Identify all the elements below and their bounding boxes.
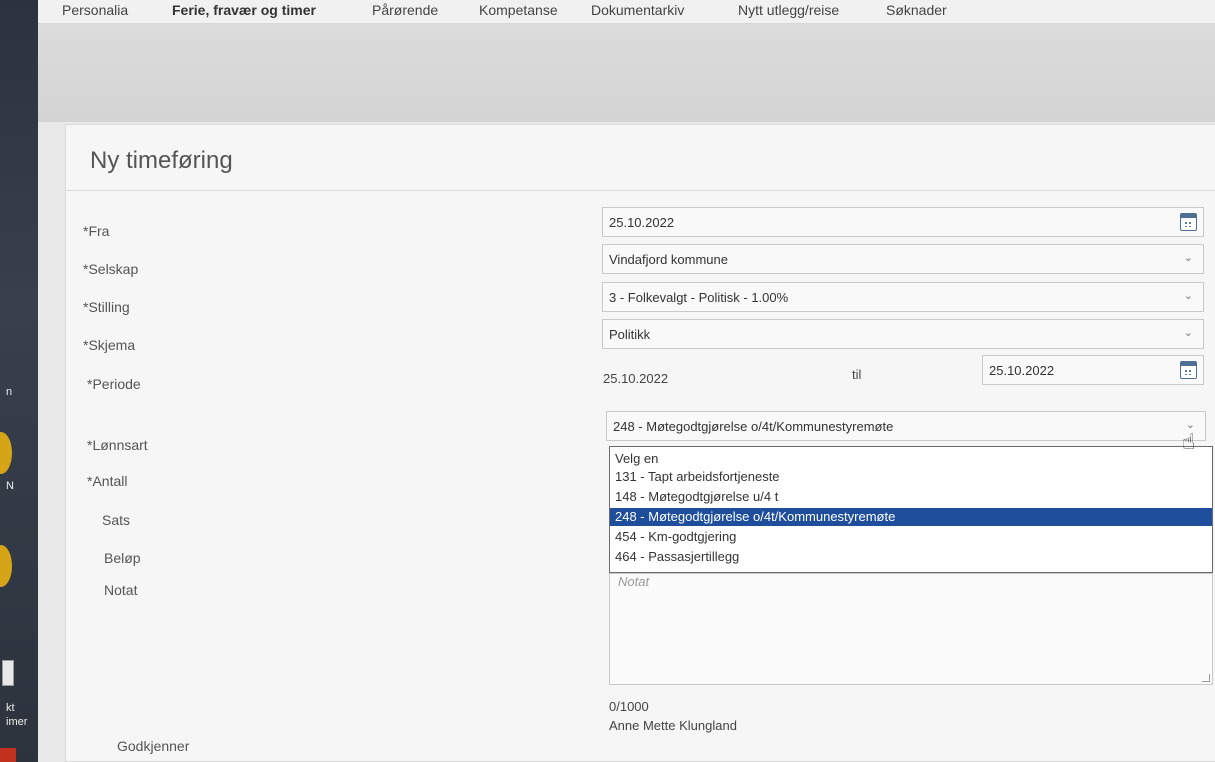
stilling-label: *Stilling bbox=[83, 299, 130, 315]
panel-header: Ny timeføring bbox=[66, 125, 1215, 191]
desktop-label: kt bbox=[6, 702, 15, 714]
desktop-side-strip: n N kt imer bbox=[0, 0, 38, 762]
desktop-app-icon[interactable] bbox=[0, 432, 12, 474]
godkjenner-label: Godkjenner bbox=[117, 738, 190, 754]
dropdown-option-selected[interactable]: 248 - Møtegodtgjørelse o/4t/Kommunestyre… bbox=[610, 508, 1212, 526]
hand-pointer-icon: ☝ bbox=[1182, 429, 1196, 454]
lonnsart-dropdown-list[interactable]: Velg en 131 - Tapt arbeidsfortjeneste 14… bbox=[609, 446, 1213, 573]
tab-parorende[interactable]: Pårørende bbox=[372, 2, 438, 18]
lonnsart-value: 248 - Møtegodtgjørelse o/4t/Kommunestyre… bbox=[613, 419, 894, 434]
page-title: Ny timeføring bbox=[90, 147, 233, 174]
resize-handle-icon[interactable] bbox=[1202, 674, 1210, 682]
desktop-label: n bbox=[6, 386, 13, 398]
tab-kompetanse[interactable]: Kompetanse bbox=[479, 2, 558, 18]
hr-app: Personalia Ferie, fravær og timer Pårøre… bbox=[38, 0, 1215, 762]
fra-label: *Fra bbox=[83, 223, 110, 239]
antall-label: *Antall bbox=[87, 473, 128, 489]
selskap-value: Vindafjord kommune bbox=[609, 252, 728, 267]
dropdown-option[interactable]: Velg en bbox=[610, 450, 1212, 468]
notat-label: Notat bbox=[104, 582, 138, 598]
periode-from-value: 25.10.2022 bbox=[603, 371, 669, 386]
desktop-taskbar-icon[interactable] bbox=[0, 748, 16, 762]
dropdown-option[interactable]: 464 - Passasjertillegg bbox=[610, 548, 1212, 566]
desktop-file-icon[interactable] bbox=[2, 660, 14, 686]
fra-date-field[interactable]: 25.10.2022 bbox=[602, 207, 1204, 237]
dropdown-option[interactable]: 148 - Møtegodtgjørelse u/4 t bbox=[610, 488, 1212, 506]
notat-char-counter: 0/1000 bbox=[609, 699, 649, 714]
desktop-label: imer bbox=[6, 716, 28, 728]
notat-textarea[interactable]: Notat bbox=[609, 573, 1213, 685]
fra-date-value: 25.10.2022 bbox=[609, 215, 675, 230]
calendar-icon[interactable] bbox=[1180, 213, 1197, 231]
lonnsart-select[interactable]: 248 - Møtegodtgjørelse o/4t/Kommunestyre… bbox=[606, 411, 1206, 441]
desktop-label: N bbox=[6, 480, 14, 492]
skjema-label: *Skjema bbox=[83, 337, 136, 353]
tab-ferie-fravaer-timer[interactable]: Ferie, fravær og timer bbox=[172, 2, 316, 18]
lonnsart-label: *Lønnsart bbox=[87, 437, 148, 453]
calendar-icon[interactable] bbox=[1180, 361, 1197, 379]
selskap-label: *Selskap bbox=[83, 261, 139, 277]
dropdown-option[interactable]: 131 - Tapt arbeidsfortjeneste bbox=[610, 468, 1212, 486]
tab-personalia[interactable]: Personalia bbox=[62, 2, 128, 18]
dropdown-option[interactable]: 454 - Km-godtgjering bbox=[610, 528, 1212, 546]
tab-nytt-utlegg-reise[interactable]: Nytt utlegg/reise bbox=[738, 2, 839, 18]
top-navigation: Personalia Ferie, fravær og timer Pårøre… bbox=[38, 0, 1215, 24]
periode-to-date-field[interactable]: 25.10.2022 bbox=[982, 355, 1204, 385]
notat-placeholder: Notat bbox=[618, 574, 650, 589]
belop-label: Beløp bbox=[104, 550, 141, 566]
selskap-select[interactable]: Vindafjord kommune ⌄ bbox=[602, 244, 1204, 274]
stilling-value: 3 - Folkevalgt - Politisk - 1.00% bbox=[609, 290, 789, 305]
tab-soknader[interactable]: Søknader bbox=[886, 2, 947, 18]
periode-to-value: 25.10.2022 bbox=[989, 363, 1055, 378]
chevron-down-icon: ⌄ bbox=[1183, 290, 1193, 302]
godkjenner-value: Anne Mette Klungland bbox=[609, 718, 737, 733]
desktop-app-icon[interactable] bbox=[0, 545, 12, 587]
tab-dokumentarkiv[interactable]: Dokumentarkiv bbox=[591, 2, 684, 18]
header-band bbox=[38, 24, 1215, 122]
skjema-select[interactable]: Politikk ⌄ bbox=[602, 319, 1204, 349]
periode-til-label: til bbox=[852, 367, 862, 382]
new-time-entry-panel: Ny timeføring *Fra 25.10.2022 *Selskap V… bbox=[65, 124, 1215, 762]
chevron-down-icon: ⌄ bbox=[1183, 252, 1193, 264]
periode-label: *Periode bbox=[87, 376, 141, 392]
skjema-value: Politikk bbox=[609, 327, 651, 342]
stilling-select[interactable]: 3 - Folkevalgt - Politisk - 1.00% ⌄ bbox=[602, 282, 1204, 312]
sats-label: Sats bbox=[102, 512, 131, 528]
chevron-down-icon: ⌄ bbox=[1183, 327, 1193, 339]
